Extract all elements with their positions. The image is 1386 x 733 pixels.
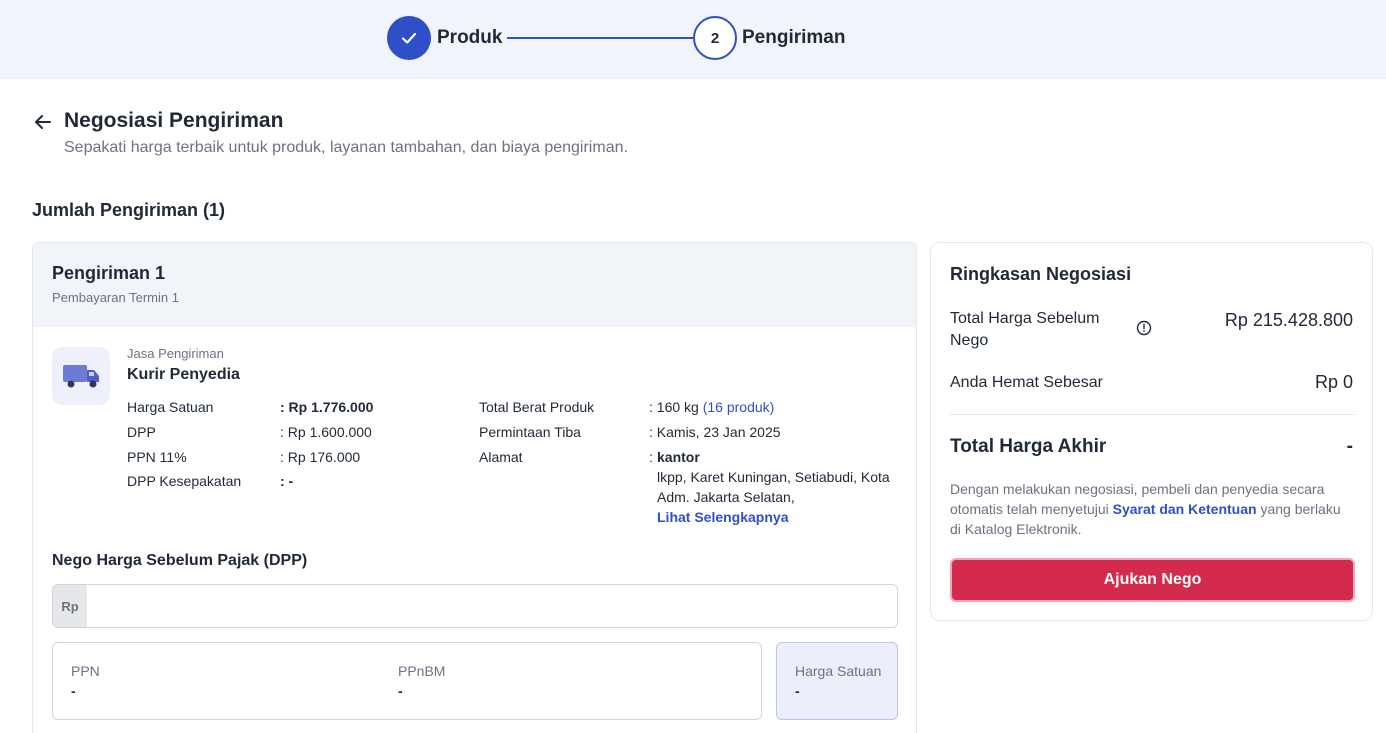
detail-label-dpp: DPP bbox=[127, 424, 156, 440]
page-title: Negosiasi Pengiriman bbox=[64, 109, 284, 132]
address-line-2: Adm. Jakarta Selatan, bbox=[657, 489, 795, 505]
nego-price-label: Nego Harga Sebelum Pajak (DPP) bbox=[52, 552, 308, 569]
final-total-label: Total Harga Akhir bbox=[950, 436, 1107, 457]
detail-label-arrival: Permintaan Tiba bbox=[479, 424, 581, 440]
shipment-title: Pengiriman 1 bbox=[52, 263, 166, 283]
detail-label-address: Alamat bbox=[479, 449, 523, 465]
detail-label-unit-price: Harga Satuan bbox=[127, 399, 214, 415]
total-before-label-line2: Nego bbox=[950, 332, 989, 349]
shipment-card-header: Pengiriman 1 Pembayaran Termin 1 bbox=[33, 243, 916, 327]
terms-notice: Dengan melakukan negosiasi, pembeli dan … bbox=[950, 479, 1355, 539]
saved-label: Anda Hemat Sebesar bbox=[950, 374, 1103, 391]
negotiation-summary-card: Ringkasan Negosiasi Total Harga Sebelum … bbox=[930, 242, 1373, 621]
ppn-label: PPN bbox=[71, 663, 100, 679]
back-arrow-icon[interactable] bbox=[32, 111, 54, 133]
saved-value: Rp 0 bbox=[1314, 372, 1353, 392]
unit-price-value: - bbox=[795, 683, 800, 699]
currency-prefix: Rp bbox=[53, 585, 87, 627]
detail-value-dpp: : Rp 1.600.000 bbox=[280, 424, 372, 440]
weight-value: : 160 kg bbox=[649, 399, 699, 415]
unit-price-label: Harga Satuan bbox=[795, 663, 882, 679]
shipment-count-title: Jumlah Pengiriman (1) bbox=[32, 200, 226, 220]
service-label: Jasa Pengiriman bbox=[127, 346, 224, 361]
address-name: kantor bbox=[657, 449, 700, 465]
detail-value-dpp-agreed: : - bbox=[280, 473, 294, 489]
detail-label-ppn: PPN 11% bbox=[127, 449, 187, 465]
step-produk-completed bbox=[387, 16, 431, 60]
submit-nego-button[interactable]: Ajukan Nego bbox=[950, 558, 1355, 602]
shipment-card: Pengiriman 1 Pembayaran Termin 1 Jasa Pe… bbox=[32, 242, 917, 733]
final-total-value: - bbox=[1346, 436, 1353, 457]
page-subtitle: Sepakati harga terbaik untuk produk, lay… bbox=[64, 139, 628, 156]
unit-price-box: Harga Satuan - bbox=[776, 642, 898, 720]
nego-price-field: Rp bbox=[52, 584, 898, 628]
step-pengiriman-label: Pengiriman bbox=[742, 27, 846, 48]
detail-value-unit-price: : Rp 1.776.000 bbox=[280, 399, 374, 415]
ppnbm-label: PPnBM bbox=[398, 663, 446, 679]
check-icon bbox=[401, 32, 417, 44]
detail-label-dpp-agreed: DPP Kesepakatan bbox=[127, 473, 242, 489]
stepper-connector bbox=[507, 37, 693, 39]
total-before-label-line1: Total Harga Sebelum bbox=[950, 310, 1100, 327]
terms-link[interactable]: Syarat dan Ketentuan bbox=[1113, 501, 1257, 517]
see-more-link[interactable]: Lihat Selengkapnya bbox=[657, 509, 788, 525]
nego-price-input[interactable] bbox=[87, 585, 897, 627]
ppnbm-value: - bbox=[398, 683, 403, 699]
step-pengiriman-number: 2 bbox=[693, 16, 737, 60]
summary-divider bbox=[950, 414, 1355, 415]
address-colon: : bbox=[649, 449, 653, 465]
detail-value-arrival: : Kamis, 23 Jan 2025 bbox=[649, 424, 781, 440]
shipment-payment-term: Pembayaran Termin 1 bbox=[52, 290, 179, 305]
service-name: Kurir Penyedia bbox=[127, 366, 240, 383]
address-line-1: lkpp, Karet Kuningan, Setiabudi, Kota bbox=[657, 469, 890, 485]
product-count-link[interactable]: (16 produk) bbox=[703, 399, 775, 415]
total-before-label: Total Harga Sebelum Nego bbox=[950, 308, 1099, 352]
detail-value-ppn: : Rp 176.000 bbox=[280, 449, 361, 465]
truck-icon bbox=[52, 347, 110, 405]
total-before-value: Rp 215.428.800 bbox=[1224, 310, 1353, 330]
info-icon[interactable] bbox=[1136, 320, 1152, 336]
detail-value-weight: : 160 kg (16 produk) bbox=[649, 399, 774, 415]
tax-summary-box: PPN - PPnBM - bbox=[52, 642, 762, 720]
ppn-value: - bbox=[71, 683, 76, 699]
detail-label-weight: Total Berat Produk bbox=[479, 399, 595, 415]
step-produk-label: Produk bbox=[437, 27, 503, 48]
summary-title: Ringkasan Negosiasi bbox=[950, 264, 1132, 284]
